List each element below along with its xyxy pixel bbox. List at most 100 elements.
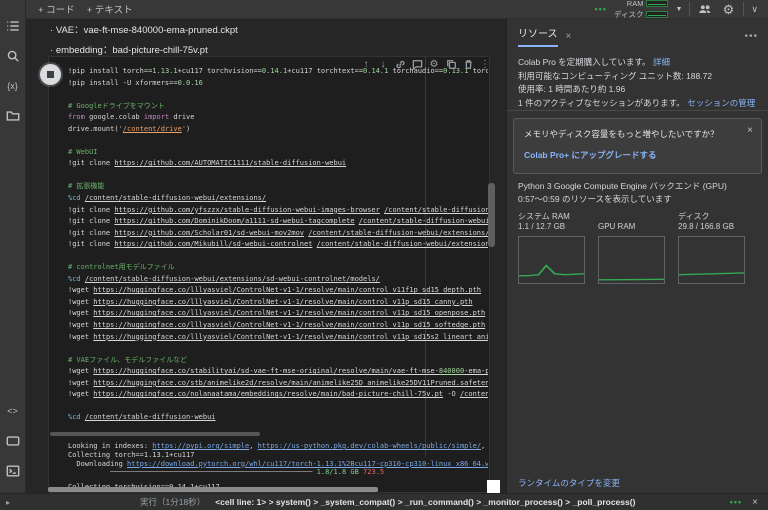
add-text-button[interactable]: + テキスト xyxy=(87,2,133,16)
code-line: !wget https://huggingface.co/lllyasviel/… xyxy=(68,332,488,344)
code-token: !wget xyxy=(68,286,94,295)
system-ram-label: システム RAM xyxy=(518,212,570,221)
ram-label: RAM xyxy=(626,0,644,8)
code-line: !wget https://huggingface.co/nolanaatama… xyxy=(68,389,488,401)
disk-label: ディスク xyxy=(678,212,710,221)
sessions-text: 1 件のアクティブなセッションがあります。 セッションの管理 xyxy=(518,97,756,108)
variables-icon[interactable]: {x} xyxy=(5,78,21,94)
settings-gear-icon[interactable]: ⚙ xyxy=(720,1,736,17)
notebook-vertical-scrollbar[interactable] xyxy=(488,183,495,247)
code-link[interactable]: /content xyxy=(460,390,488,398)
code-link[interactable]: https://github.com/Mikubill/sd-webui-con… xyxy=(114,240,312,248)
move-cell-up-icon[interactable]: ↑ xyxy=(360,58,372,70)
code-link[interactable]: /content/stable-diffusion- xyxy=(384,206,488,214)
subscription-text: Colab Pro を定期購入しています。 詳細 xyxy=(518,57,670,67)
code-line: !wget https://huggingface.co/lllyasviel/… xyxy=(68,308,488,320)
code-token: # VAEファイル、モデルファイルなど xyxy=(68,355,188,364)
code-token: !git clone xyxy=(68,205,115,214)
command-palette-icon[interactable] xyxy=(5,433,21,449)
code-link[interactable]: /content/stable-diffusion-webui/ xyxy=(359,217,488,225)
code-editor[interactable]: !pip install torch==1.13.1+cu117 torchvi… xyxy=(68,66,488,428)
code-line: !wget https://huggingface.co/lllyasviel/… xyxy=(68,285,488,297)
dismiss-card-icon[interactable]: × xyxy=(747,125,753,136)
files-icon[interactable] xyxy=(5,108,21,124)
panel-menu-dots-icon[interactable]: ••• xyxy=(744,31,758,42)
code-link[interactable]: /content/stable-diffusion-webui/extensio… xyxy=(85,194,266,202)
manage-sessions-link[interactable]: セッションの管理 xyxy=(687,98,755,108)
code-link[interactable]: -ema-pr xyxy=(464,367,488,375)
code-link[interactable]: https://pypi.org/simple xyxy=(152,442,249,450)
expand-footer-icon[interactable]: ▸ xyxy=(6,498,10,507)
code-link[interactable]: https://download.pytorch.org/whl/cu117/t… xyxy=(127,460,488,468)
disk-value: 29.8 / 166.8 GB xyxy=(678,222,735,231)
code-link[interactable]: https://github.com/yfszzx/stable-diffusi… xyxy=(114,206,380,214)
cell-settings-gear-icon[interactable]: ⚙ xyxy=(428,58,440,70)
code-link[interactable]: https://huggingface.co/lllyasviel/Contro… xyxy=(93,286,481,294)
terminal-icon[interactable] xyxy=(5,463,21,479)
upgrade-card: メモリやディスク容量をもっと増やしたいですか？ Colab Pro+ にアップグ… xyxy=(513,118,762,174)
cell-running-stop-button[interactable] xyxy=(40,64,61,85)
code-link[interactable]: /content/stable-diffusion-webui/extensio… xyxy=(317,240,488,248)
resource-dropdown-caret[interactable]: ▼ xyxy=(675,6,682,13)
code-token: +cu117 torchtext== xyxy=(287,67,364,75)
code-link[interactable]: 840000 xyxy=(439,367,464,375)
table-of-contents-icon[interactable] xyxy=(5,18,21,34)
code-link[interactable]: https://huggingface.co/stb/animelike2d/r… xyxy=(93,379,488,387)
change-runtime-type-link[interactable]: ランタイムのタイプを変更 xyxy=(518,477,620,489)
code-token: ) xyxy=(186,124,191,133)
code-token: import xyxy=(143,113,170,122)
code-link[interactable]: https://github.com/AUTOMATIC1111/stable-… xyxy=(114,159,346,167)
code-token: !wget xyxy=(68,367,94,376)
code-link[interactable]: https://huggingface.co/lllyasviel/Contro… xyxy=(93,298,472,306)
code-link[interactable]: https://huggingface.co/lllyasviel/Contro… xyxy=(93,309,485,317)
code-token: !wget xyxy=(68,378,94,387)
code-token: google.colab xyxy=(84,113,144,122)
close-panel-icon[interactable]: × xyxy=(566,31,572,42)
close-footer-icon[interactable]: × xyxy=(752,497,758,508)
details-link[interactable]: 詳細 xyxy=(653,57,670,67)
mirror-cell-icon[interactable] xyxy=(445,58,457,70)
comment-icon[interactable] xyxy=(411,58,423,70)
upgrade-pro-plus-link[interactable]: Colab Pro+ にアップグレードする xyxy=(524,149,751,161)
collapse-header-chevron-icon[interactable]: ∨ xyxy=(751,4,758,15)
resource-usage-widget[interactable]: RAM ディスク xyxy=(614,0,669,20)
code-link[interactable]: https://huggingface.co/lllyasviel/Contro… xyxy=(93,321,485,329)
code-snippets-icon[interactable]: <> xyxy=(5,403,21,419)
code-link[interactable]: /content/stable-diffusion-webui/extensio… xyxy=(308,229,488,237)
code-link[interactable]: https://github.com/DominikDoom/a1111-sd-… xyxy=(114,217,354,225)
code-link[interactable]: /content/stable-diffusion-webui/extensio… xyxy=(85,275,380,283)
notebook-horizontal-scrollbar[interactable] xyxy=(48,487,378,492)
move-cell-down-icon[interactable]: ↓ xyxy=(377,58,389,70)
code-token: # 拡張機能 xyxy=(68,182,105,191)
code-link[interactable]: https://huggingface.co/stabilityai/sd-va… xyxy=(93,367,439,375)
add-code-button[interactable]: + コード xyxy=(38,2,75,16)
code-link[interactable]: /content/stable-diffusion-webui xyxy=(85,413,216,421)
code-token: from xyxy=(68,113,85,122)
code-link[interactable]: https://huggingface.co/nolanaatama/embed… xyxy=(93,390,443,398)
toolbar-divider xyxy=(743,2,745,16)
search-icon[interactable] xyxy=(5,48,21,64)
share-users-icon[interactable] xyxy=(697,1,713,17)
code-link[interactable]: https://github.com/Scholar01/sd-webui-mo… xyxy=(114,229,304,237)
compute-units-text: 利用可能なコンピューティング ユニット数: 188.72 xyxy=(518,70,713,81)
link-to-cell-icon[interactable] xyxy=(394,58,406,70)
code-token: %cd xyxy=(68,413,81,422)
tab-resources[interactable]: リソース xyxy=(518,25,558,47)
delete-cell-icon[interactable] xyxy=(462,58,474,70)
system-ram-value: 1.1 / 12.7 GB xyxy=(518,222,566,231)
code-token: %cd xyxy=(68,194,81,203)
code-link[interactable]: https://us-python.pkg.dev/colab-wheels/p… xyxy=(258,442,481,450)
code-token: !wget xyxy=(68,332,94,341)
code-line: !git clone https://github.com/Mikubill/s… xyxy=(68,239,488,251)
more-actions-icon[interactable]: ⋮ xyxy=(479,58,491,70)
code-line: # WebUI xyxy=(68,147,488,159)
markdown-line-embedding: · embedding：bad-picture-chill-75v.pt xyxy=(50,45,208,56)
code-link[interactable]: https://huggingface.co/lllyasviel/Contro… xyxy=(93,333,488,341)
editor-horizontal-scrollbar[interactable] xyxy=(50,432,260,436)
code-token: !wget xyxy=(68,309,94,318)
code-token: +cu117 torchvision== xyxy=(177,67,262,75)
gpu-ram-label: GPU RAM xyxy=(598,222,636,231)
code-line: Downloading https://download.pytorch.org… xyxy=(68,460,488,469)
code-link[interactable]: /content/drive xyxy=(123,125,182,133)
